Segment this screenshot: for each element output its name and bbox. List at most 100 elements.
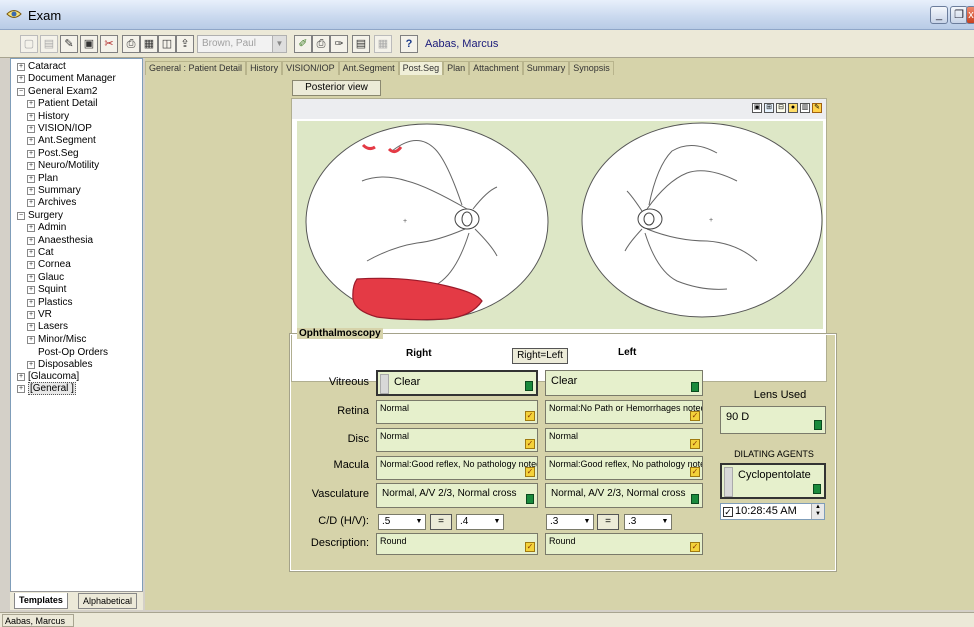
edit-icon[interactable]: ✎: [60, 35, 78, 53]
expand-icon[interactable]: +: [27, 249, 35, 257]
posterior-view-button[interactable]: Posterior view: [292, 80, 381, 96]
collapse-icon[interactable]: −: [17, 211, 25, 220]
tree-item[interactable]: + Plastics: [27, 297, 72, 309]
tag-icon[interactable]: ✑: [330, 35, 348, 53]
expand-icon[interactable]: +: [27, 199, 35, 208]
tree-item[interactable]: + Patient Detail: [27, 98, 97, 110]
left-cd-h-select[interactable]: .3 ▼: [546, 514, 594, 530]
right-cd-h-select[interactable]: .5 ▼: [378, 514, 426, 530]
expand-icon[interactable]: +: [27, 100, 35, 109]
expand-icon[interactable]: +: [27, 360, 35, 369]
palette-icon[interactable]: ●: [788, 103, 798, 113]
expand-icon[interactable]: +: [27, 273, 35, 282]
hierarchy-icon[interactable]: ⊞: [764, 103, 774, 113]
time-picker[interactable]: ✓ 10:28:45 AM ▲ ▼: [720, 503, 825, 520]
expand-icon[interactable]: +: [27, 311, 35, 319]
tab-vision-iop[interactable]: VISION/IOP: [282, 61, 339, 75]
time-checkbox[interactable]: ✓: [723, 507, 733, 517]
tree-item[interactable]: − General Exam2: [17, 86, 97, 98]
tree-item[interactable]: + History: [27, 111, 69, 123]
tree-item[interactable]: + Lasers: [27, 321, 68, 333]
expand-icon[interactable]: +: [17, 373, 25, 381]
copy-icon[interactable]: ▤: [40, 35, 58, 53]
lens-used-field[interactable]: 90 D: [720, 406, 826, 434]
tab-post-seg[interactable]: Post.Seg: [398, 61, 444, 75]
tree-item[interactable]: + Anaesthesia: [27, 235, 93, 247]
collapse-icon[interactable]: −: [17, 87, 25, 96]
flowchart-icon[interactable]: ⊟: [776, 103, 786, 113]
new-icon[interactable]: ▢: [20, 35, 38, 53]
expand-icon[interactable]: +: [27, 286, 35, 295]
left-cd-v-select[interactable]: .3 ▼: [624, 514, 672, 530]
tree-item[interactable]: + VR: [27, 309, 52, 321]
minimize-button[interactable]: _: [930, 6, 948, 24]
right-vasculature-field[interactable]: Normal, A/V 2/3, Normal cross: [376, 483, 538, 508]
left-vasculature-field[interactable]: Normal, A/V 2/3, Normal cross: [545, 483, 703, 508]
expand-icon[interactable]: +: [27, 298, 35, 307]
tab-general-patient-detail[interactable]: General : Patient Detail: [145, 61, 247, 75]
save-icon[interactable]: ▣: [80, 35, 98, 53]
tab-attachment[interactable]: Attachment: [469, 61, 523, 75]
tree-item[interactable]: + Disposables: [27, 359, 92, 371]
expand-icon[interactable]: +: [27, 162, 35, 171]
left-description-field[interactable]: Round ✓: [545, 533, 703, 555]
tree-item[interactable]: + Cornea: [27, 259, 71, 271]
right-cd-v-select[interactable]: .4 ▼: [456, 514, 504, 530]
expand-icon[interactable]: +: [17, 63, 25, 71]
close-button[interactable]: x: [966, 6, 974, 24]
tree-item[interactable]: + Summary: [27, 185, 81, 197]
left-vitreous-field[interactable]: Clear: [545, 370, 703, 396]
image-icon[interactable]: ▥: [800, 103, 810, 113]
dropdown-yellow-icon[interactable]: ✓: [525, 542, 535, 552]
dilating-agents-field[interactable]: Cyclopentolate: [720, 463, 826, 499]
tree-item[interactable]: + [General ]: [17, 382, 76, 396]
tree-item[interactable]: + Glauc: [27, 272, 64, 284]
printer-icon[interactable]: ⎙: [312, 35, 330, 53]
tree-item[interactable]: + Ant.Segment: [27, 135, 96, 147]
dropdown-yellow-icon[interactable]: ✓: [690, 542, 700, 552]
dropdown-yellow-icon[interactable]: ✓: [690, 467, 700, 477]
tools-icon[interactable]: ✂: [100, 35, 118, 53]
layout-icon[interactable]: ▦: [140, 35, 158, 53]
tree-item[interactable]: + Plan: [27, 173, 58, 185]
expand-icon[interactable]: +: [17, 385, 25, 394]
expand-icon[interactable]: +: [17, 75, 25, 84]
right-disc-field[interactable]: Normal ✓: [376, 428, 538, 452]
help-icon[interactable]: ?: [400, 35, 418, 53]
columns-icon[interactable]: ◫: [158, 35, 176, 53]
tab-ant-segment[interactable]: Ant.Segment: [338, 61, 399, 75]
left-macula-field[interactable]: Normal:Good reflex, No pathology noted ✓: [545, 456, 703, 480]
expand-icon[interactable]: +: [27, 261, 35, 270]
expand-icon[interactable]: +: [27, 224, 35, 233]
tree-item[interactable]: + Document Manager: [17, 73, 116, 85]
tree-item[interactable]: + Cataract: [17, 61, 66, 73]
document-icon[interactable]: ▤: [352, 35, 370, 53]
dropdown-green-icon[interactable]: [691, 382, 699, 392]
dropdown-yellow-icon[interactable]: ✓: [690, 411, 700, 421]
right-cd-equal-button[interactable]: =: [430, 514, 452, 530]
tab-alphabetical[interactable]: Alphabetical: [78, 593, 138, 609]
dropdown-yellow-icon[interactable]: ✓: [525, 467, 535, 477]
expand-icon[interactable]: +: [27, 335, 35, 344]
tree-item[interactable]: Post-Op Orders: [27, 346, 108, 358]
left-disc-field[interactable]: Normal ✓: [545, 428, 703, 452]
tab-templates[interactable]: Templates: [14, 593, 68, 609]
right-description-field[interactable]: Round ✓: [376, 533, 538, 555]
expand-icon[interactable]: +: [27, 125, 35, 133]
fundus-canvas[interactable]: + +: [297, 121, 823, 329]
expand-icon[interactable]: +: [27, 137, 35, 146]
tree-item[interactable]: + VISION/IOP: [27, 123, 92, 135]
tree-item[interactable]: − Surgery: [17, 210, 63, 222]
layers-icon[interactable]: ▣: [752, 103, 762, 113]
print-icon[interactable]: ⎙: [122, 35, 140, 53]
dropdown-green-icon[interactable]: [814, 420, 822, 430]
expand-icon[interactable]: +: [27, 323, 35, 332]
expand-icon[interactable]: +: [27, 187, 35, 195]
dropdown-green-icon[interactable]: [691, 494, 699, 504]
dropdown-green-icon[interactable]: [526, 494, 534, 504]
expand-icon[interactable]: +: [27, 112, 35, 121]
tree-item[interactable]: + [Glaucoma]: [17, 371, 79, 383]
eraser-icon[interactable]: ✎: [812, 103, 822, 113]
tree-item[interactable]: + Cat: [27, 247, 54, 259]
upload-icon[interactable]: ⇪: [176, 35, 194, 53]
